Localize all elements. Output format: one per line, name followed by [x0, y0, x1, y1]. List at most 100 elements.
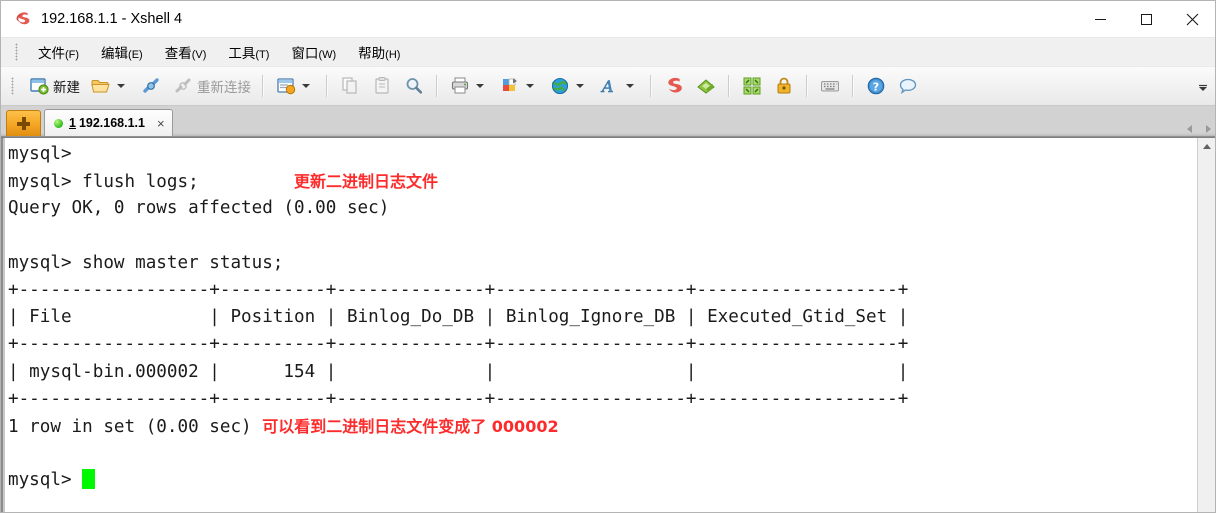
xshell-icon — [663, 75, 685, 97]
xshell-logo-icon — [14, 10, 32, 28]
toolbar-separator — [262, 75, 264, 97]
globe-icon — [549, 75, 571, 97]
menu-accel: (E) — [128, 49, 143, 61]
minimize-button[interactable] — [1077, 1, 1123, 37]
menu-item-window[interactable]: 窗口(W) — [280, 39, 347, 65]
terminal-text: +------------------+----------+---------… — [8, 334, 909, 355]
font-button[interactable]: A — [595, 71, 643, 101]
folder-open-icon — [90, 75, 112, 97]
scroll-up-button[interactable] — [1198, 138, 1215, 155]
close-button[interactable] — [1169, 1, 1215, 37]
xftp-button[interactable] — [691, 71, 721, 101]
toolbar-separator — [326, 75, 328, 97]
menu-label: 窗口 — [291, 46, 319, 61]
scrollbar-track[interactable] — [1198, 155, 1215, 512]
menu-item-edit[interactable]: 编辑(E) — [90, 39, 154, 65]
lock-button[interactable] — [769, 71, 799, 101]
terminal-line: mysql> show master status; — [8, 250, 1197, 277]
terminal-line: Query OK, 0 rows affected (0.00 sec) — [8, 195, 1197, 222]
open-session-button[interactable] — [86, 71, 134, 101]
chevron-down-icon[interactable] — [302, 84, 310, 88]
menu-label: 帮助 — [358, 46, 386, 61]
font-icon: A — [599, 75, 621, 97]
keyboard-icon — [819, 75, 841, 97]
annotation-text: 更新二进制日志文件 — [294, 172, 439, 192]
connect-button[interactable] — [136, 71, 166, 101]
terminal-area: mysql> mysql> flush logs; 更新二进制日志文件 Query … — [1, 137, 1215, 512]
help-button[interactable]: ? — [861, 71, 891, 101]
arrange-windows-button[interactable] — [737, 71, 767, 101]
title-bar: 192.168.1.1 - Xshell 4 — [1, 1, 1215, 38]
window-title: 192.168.1.1 - Xshell 4 — [41, 11, 183, 27]
new-session-button[interactable]: 新建 — [24, 71, 84, 101]
disconnect-plug-icon — [172, 75, 194, 97]
reconnect-button: 重新连接 — [168, 71, 255, 101]
feedback-button[interactable] — [893, 71, 923, 101]
menu-accel: (F) — [65, 49, 80, 61]
annotation-text: 可以看到二进制日志文件变成了 000002 — [262, 416, 559, 436]
terminal-text: +------------------+----------+---------… — [8, 388, 909, 409]
menu-label: 工具 — [228, 46, 256, 61]
web-button[interactable] — [545, 71, 593, 101]
terminal-text: mysql> flush logs; — [8, 172, 199, 193]
menu-item-view[interactable]: 查看(V) — [154, 39, 218, 65]
xshell-button[interactable] — [659, 71, 689, 101]
menu-item-file[interactable]: 文件(F) — [27, 39, 90, 65]
terminal-text: +------------------+----------+---------… — [8, 279, 909, 300]
session-manager-button[interactable] — [271, 71, 319, 101]
new-session-icon — [28, 75, 50, 97]
reconnect-label: 重新连接 — [197, 80, 251, 95]
chevron-down-icon[interactable] — [576, 84, 584, 88]
lock-icon — [773, 75, 795, 97]
toolbar-drag-grip[interactable] — [11, 77, 14, 95]
tab-number: 1 — [69, 116, 76, 130]
connect-plug-icon — [140, 75, 162, 97]
terminal-scrollbar[interactable] — [1197, 138, 1215, 512]
svg-text:A: A — [600, 77, 614, 96]
terminal-line: mysql> flush logs; 更新二进制日志文件 — [8, 168, 1197, 195]
toolbar-separator — [728, 75, 730, 97]
chevron-down-icon[interactable] — [526, 84, 534, 88]
keyboard-button — [815, 71, 845, 101]
new-session-label: 新建 — [53, 80, 80, 95]
annotation-spacer — [199, 172, 294, 192]
new-tab-button[interactable] — [6, 110, 41, 136]
toolbar-separator — [852, 75, 854, 97]
menu-item-help[interactable]: 帮助(H) — [347, 39, 411, 65]
menu-drag-grip[interactable] — [15, 43, 18, 61]
tab-close-icon[interactable]: × — [157, 117, 165, 130]
terminal-output[interactable]: mysql> mysql> flush logs; 更新二进制日志文件 Query … — [7, 138, 1197, 512]
svg-text:?: ? — [873, 81, 879, 94]
tab-scroll-right-icon[interactable] — [1206, 125, 1211, 133]
session-tab[interactable]: 1 192.168.1.1 × — [44, 109, 173, 136]
copy-button — [335, 71, 365, 101]
toolbar-separator — [436, 75, 438, 97]
print-button[interactable] — [445, 71, 493, 101]
scroll-up-arrow-icon — [1202, 144, 1211, 149]
terminal-text: | mysql-bin.000002 | 154 | | | | — [8, 361, 909, 382]
menu-item-tools[interactable]: 工具(T) — [217, 39, 280, 65]
annotation-spacer — [252, 417, 263, 437]
find-button[interactable] — [399, 71, 429, 101]
maximize-button[interactable] — [1123, 1, 1169, 37]
menu-accel: (W) — [318, 49, 337, 61]
color-scheme-button[interactable] — [495, 71, 543, 101]
title-bar-left: 192.168.1.1 - Xshell 4 — [1, 10, 1077, 28]
copy-icon — [339, 75, 361, 97]
printer-icon — [449, 75, 471, 97]
menu-accel: (V) — [191, 49, 207, 61]
paste-button — [367, 71, 397, 101]
search-icon — [403, 75, 425, 97]
chevron-down-icon[interactable] — [117, 84, 125, 88]
tab-title: 192.168.1.1 — [78, 116, 145, 130]
color-palette-icon — [499, 75, 521, 97]
tab-scroll-left-icon[interactable] — [1187, 125, 1192, 133]
terminal-line: +------------------+----------+---------… — [8, 331, 1197, 358]
chevron-down-icon[interactable] — [476, 84, 484, 88]
toolbar-overflow-chevron[interactable] — [1197, 81, 1209, 99]
xshell-window: 192.168.1.1 - Xshell 4 文件(F) 编辑(E) 查看(V)… — [0, 0, 1216, 513]
chevron-down-icon[interactable] — [626, 84, 634, 88]
terminal-text: mysql> show master status; — [8, 252, 284, 273]
